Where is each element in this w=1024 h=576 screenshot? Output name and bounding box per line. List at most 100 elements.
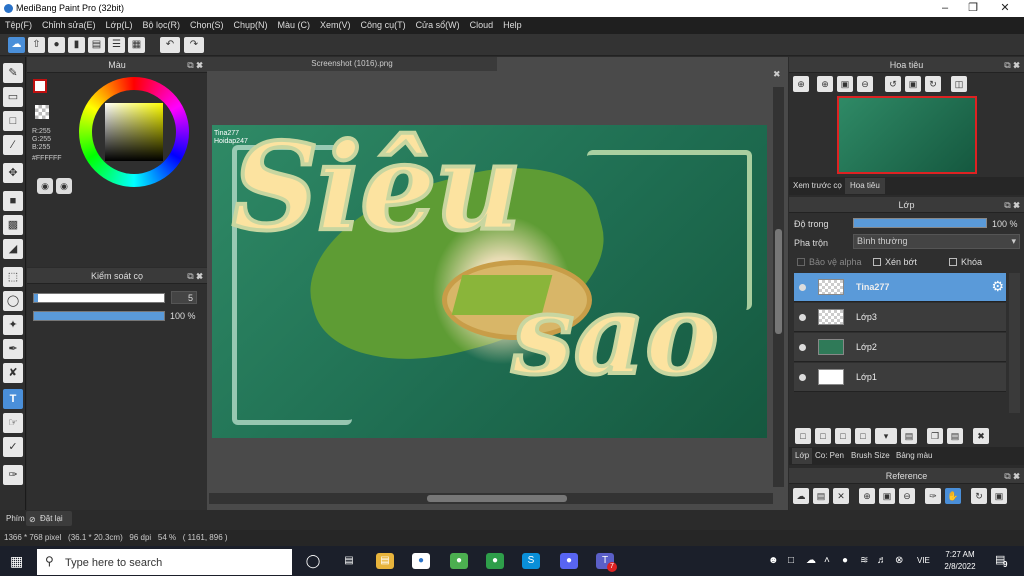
menu-snap[interactable]: Chụp(N)	[229, 17, 273, 34]
menu-help[interactable]: Help	[498, 17, 527, 34]
language-indicator[interactable]: VIE	[917, 556, 930, 565]
tab-brush-preview[interactable]: Xem trước cọ	[793, 181, 842, 190]
menu-view[interactable]: Xem(V)	[315, 17, 356, 34]
brush-tool-icon[interactable]: ✎	[3, 63, 23, 83]
document-tab[interactable]: Screenshot (1016).png	[207, 57, 497, 71]
layer-row[interactable]: Lớp3	[794, 303, 1006, 332]
tab-brush-size[interactable]: Brush Size	[851, 451, 890, 460]
menu-window[interactable]: Cửa sổ(W)	[411, 17, 465, 34]
hand-icon[interactable]: ✋	[945, 488, 961, 504]
clock[interactable]: 7:27 AM 2/8/2022	[940, 549, 980, 573]
cloud-icon[interactable]: ☁	[8, 37, 25, 53]
blend-mode-select[interactable]: Bình thường ▾	[853, 234, 1020, 249]
palette-icon[interactable]: ◉	[37, 178, 53, 194]
panel-close-icon[interactable]: ⧉ ✖	[1004, 197, 1020, 213]
new-8bit-layer-icon[interactable]: □	[835, 428, 851, 444]
palette-add-icon[interactable]: ◉	[56, 178, 72, 194]
transparent-swatch[interactable]	[35, 105, 49, 119]
select-rect-icon[interactable]: ⬚	[3, 267, 23, 287]
eyedropper-icon[interactable]: ✑	[925, 488, 941, 504]
windows-start-icon[interactable]: ▦	[10, 553, 23, 569]
layer-row[interactable]: Lớp2	[794, 333, 1006, 362]
medibang-taskbar-icon[interactable]: ●	[412, 553, 430, 569]
gradient-tool-icon[interactable]: ◢	[3, 239, 23, 259]
chrome-icon[interactable]: ●	[486, 553, 504, 569]
eyedropper-icon[interactable]: ✓	[3, 437, 23, 457]
brush-opacity-slider[interactable]	[33, 311, 165, 321]
reset-button[interactable]: ⊘ Đặt lại	[26, 511, 72, 526]
select-eraser-icon[interactable]: ✘	[3, 363, 23, 383]
visibility-icon[interactable]	[799, 374, 806, 381]
zoom-out-icon[interactable]: ⊖	[857, 76, 873, 92]
rotate-reset-icon[interactable]: ▣	[905, 76, 921, 92]
document-icon[interactable]: ▤	[88, 37, 105, 53]
rotate-icon[interactable]: ↻	[971, 488, 987, 504]
duplicate-icon[interactable]: ❐	[927, 428, 943, 444]
zoom-reset-icon[interactable]: ⊕	[817, 76, 833, 92]
tab-palette[interactable]: Bảng màu	[896, 451, 932, 460]
horizontal-scrollbar[interactable]	[209, 493, 773, 504]
microphone-icon[interactable]: ●	[842, 555, 848, 566]
file-explorer-icon[interactable]: ▤	[376, 553, 394, 569]
tab-brush[interactable]: Co: Pen	[815, 451, 844, 460]
alert-icon[interactable]: ⊗	[895, 555, 903, 566]
menu-file[interactable]: Tệp(F)	[0, 17, 37, 34]
brush-size-value[interactable]: 5	[171, 291, 197, 304]
panel-close-icon[interactable]: ⧉ ✖	[187, 57, 203, 73]
bucket-tool-icon[interactable]: ▩	[3, 215, 23, 235]
menu-cloud[interactable]: Cloud	[465, 17, 499, 34]
app-green-icon[interactable]: ●	[450, 553, 468, 569]
visibility-icon[interactable]	[799, 314, 806, 321]
close-button[interactable]: ✕	[990, 1, 1020, 16]
panel-close-icon[interactable]: ⧉ ✖	[1004, 57, 1020, 73]
select-pen-icon[interactable]: ✒	[3, 339, 23, 359]
tab-layer[interactable]: Lớp	[792, 448, 813, 464]
wifi-icon[interactable]: ≋	[860, 555, 868, 566]
fit-icon[interactable]: ▣	[879, 488, 895, 504]
undo-icon[interactable]: ↶	[160, 37, 180, 53]
list-icon[interactable]: ☰	[108, 37, 125, 53]
brush-size-slider[interactable]	[33, 293, 165, 303]
document-close-icon[interactable]: ✖	[773, 69, 781, 80]
merge-icon[interactable]: ▤	[947, 428, 963, 444]
protect-alpha-checkbox[interactable]: Bảo vệ alpha	[797, 257, 862, 267]
comment-icon[interactable]: ●	[48, 37, 65, 53]
zoom-in-icon[interactable]: ⊕	[859, 488, 875, 504]
tab-navigator[interactable]: Hoa tiêu	[845, 178, 885, 194]
menu-edit[interactable]: Chỉnh sửa(E)	[37, 17, 101, 34]
new-layer-icon[interactable]: □	[795, 428, 811, 444]
grid-icon[interactable]: ▦	[128, 37, 145, 53]
open-folder-icon[interactable]: ▤	[813, 488, 829, 504]
fill-rect-icon[interactable]: ■	[3, 191, 23, 211]
vertical-scrollbar[interactable]	[773, 87, 784, 487]
layer-row[interactable]: Lớp1	[794, 363, 1006, 392]
panel-close-icon[interactable]: ⧉ ✖	[187, 268, 203, 284]
folder-icon[interactable]: ▤	[901, 428, 917, 444]
fit-icon[interactable]: ▣	[837, 76, 853, 92]
visibility-icon[interactable]	[799, 284, 806, 291]
gear-icon[interactable]: ⚙	[991, 278, 1004, 295]
minimize-button[interactable]: –	[930, 1, 960, 16]
delete-icon[interactable]: ✖	[973, 428, 989, 444]
primary-color-swatch[interactable]	[33, 79, 47, 93]
zoom-in-icon[interactable]: ⊕	[793, 76, 809, 92]
pen-icon[interactable]: ✑	[3, 465, 23, 485]
chevron-up-icon[interactable]: ˄	[824, 555, 830, 566]
cortana-icon[interactable]: ◯	[304, 553, 322, 569]
menu-tools[interactable]: Công cụ(T)	[356, 17, 411, 34]
move-tool-icon[interactable]: ✥	[3, 163, 23, 183]
discord-icon[interactable]: ●	[560, 553, 578, 569]
eraser-tool-icon[interactable]: ▭	[3, 87, 23, 107]
magic-wand-icon[interactable]: ✦	[3, 315, 23, 335]
cloud-upload-icon[interactable]: ☁	[793, 488, 809, 504]
new-halftone-layer-icon[interactable]: □	[815, 428, 831, 444]
upload-icon[interactable]: ⇧	[28, 37, 45, 53]
layer-row[interactable]: Tina277 ⚙	[794, 273, 1006, 302]
close-reference-icon[interactable]: ✕	[833, 488, 849, 504]
volume-icon[interactable]: ♬	[877, 555, 887, 566]
add-material-icon[interactable]: ▾	[875, 428, 897, 444]
skype-icon[interactable]: S	[522, 553, 540, 569]
menu-layer[interactable]: Lớp(L)	[101, 17, 138, 34]
visibility-icon[interactable]	[799, 344, 806, 351]
dot-brush-icon[interactable]: ∕	[3, 135, 23, 155]
